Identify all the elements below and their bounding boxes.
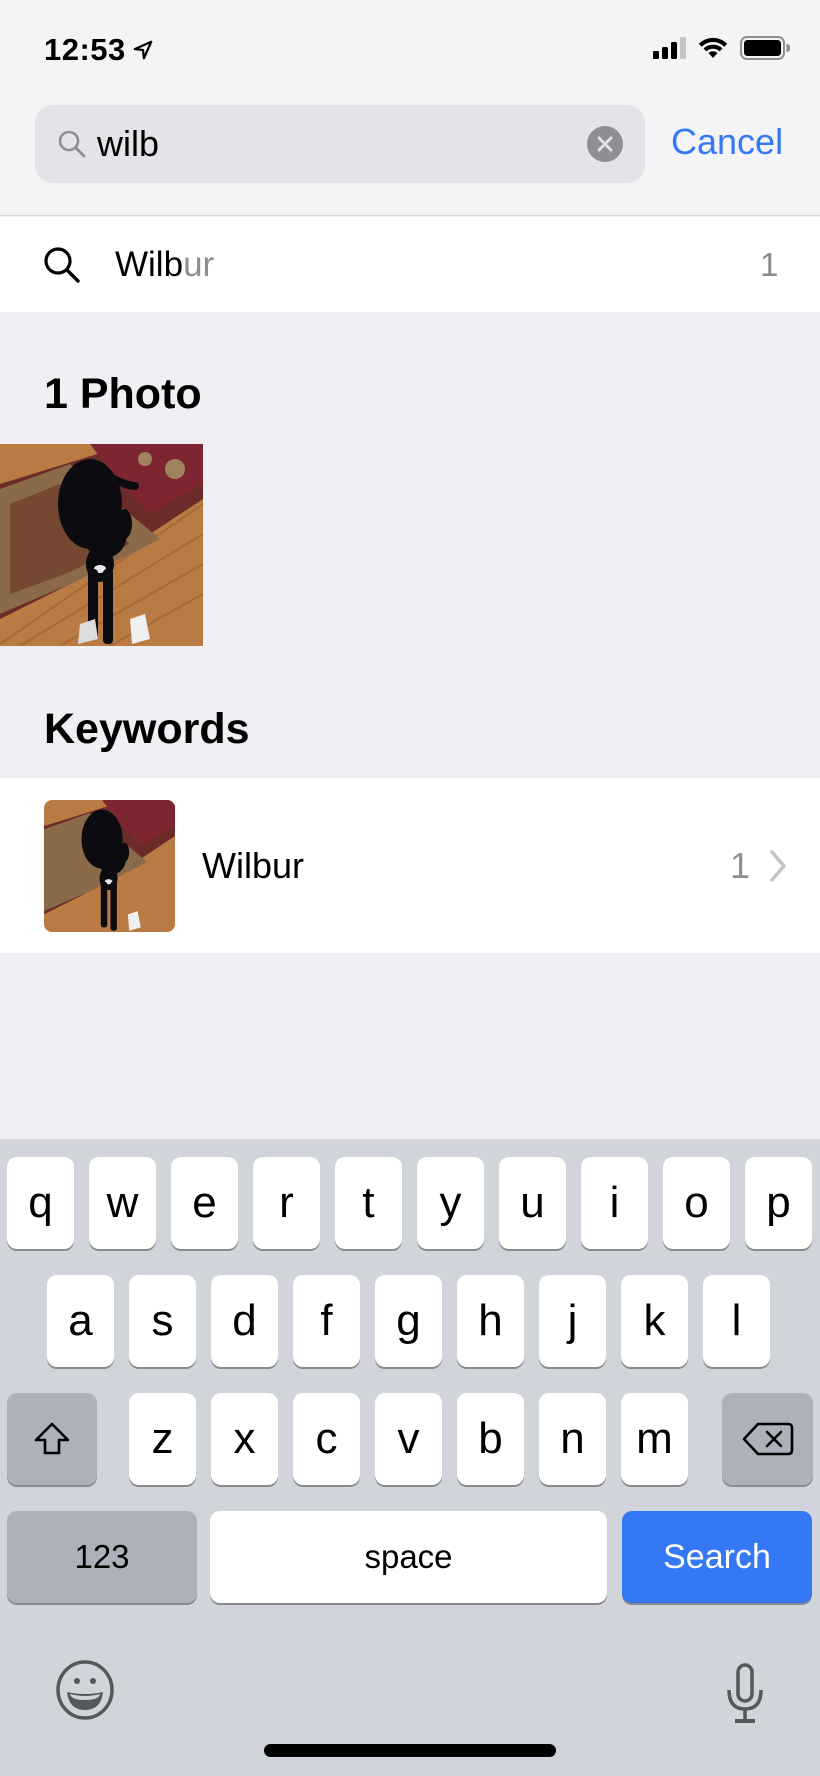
dog-photo: [44, 800, 175, 932]
search-field[interactable]: [35, 105, 645, 183]
shift-icon: [34, 1422, 70, 1455]
clear-search-button[interactable]: [587, 126, 623, 162]
key-x[interactable]: x: [211, 1393, 278, 1485]
key-o[interactable]: o: [663, 1157, 730, 1249]
microphone-icon[interactable]: [725, 1663, 765, 1725]
search-suggestion-icon: [44, 247, 80, 283]
key-y[interactable]: y: [417, 1157, 484, 1249]
key-z[interactable]: z: [129, 1393, 196, 1485]
key-r[interactable]: r: [253, 1157, 320, 1249]
clock: 12:53: [44, 32, 126, 67]
chevron-right-icon: [770, 850, 786, 882]
suggestion-completion: ur: [183, 245, 215, 284]
backspace-icon: [742, 1422, 793, 1456]
shift-key[interactable]: [7, 1393, 97, 1485]
magnifier-icon: [58, 130, 86, 158]
search-suggestion-row[interactable]: Wilbur 1: [0, 217, 820, 312]
status-time: 12:53: [44, 32, 154, 68]
delete-key[interactable]: [722, 1393, 813, 1485]
suggestion-text: Wilbur: [115, 245, 214, 285]
key-c[interactable]: c: [293, 1393, 360, 1485]
key-i[interactable]: i: [581, 1157, 648, 1249]
home-indicator: [264, 1744, 556, 1757]
key-p[interactable]: p: [745, 1157, 812, 1249]
keyword-row-wilbur[interactable]: Wilbur 1: [0, 778, 820, 953]
battery-icon: [740, 36, 790, 60]
key-t[interactable]: t: [335, 1157, 402, 1249]
keyword-count: 1: [730, 845, 751, 886]
key-b[interactable]: b: [457, 1393, 524, 1485]
search-header: 12:53 Cancel: [0, 0, 820, 216]
key-w[interactable]: w: [89, 1157, 156, 1249]
status-icons: [653, 36, 790, 60]
key-v[interactable]: v: [375, 1393, 442, 1485]
key-m[interactable]: m: [621, 1393, 688, 1485]
key-u[interactable]: u: [499, 1157, 566, 1249]
photo-thumbnail[interactable]: [0, 444, 203, 646]
photos-section-title: 1 Photo: [44, 370, 202, 418]
key-g[interactable]: g: [375, 1275, 442, 1367]
keywords-section-title: Keywords: [44, 705, 250, 753]
key-h[interactable]: h: [457, 1275, 524, 1367]
keyword-thumbnail: [44, 800, 175, 932]
key-a[interactable]: a: [47, 1275, 114, 1367]
key-k[interactable]: k: [621, 1275, 688, 1367]
search-key[interactable]: Search: [622, 1511, 812, 1603]
key-q[interactable]: q: [7, 1157, 74, 1249]
keyword-label: Wilbur: [202, 845, 305, 886]
dog-photo: [0, 444, 203, 646]
key-s[interactable]: s: [129, 1275, 196, 1367]
key-f[interactable]: f: [293, 1275, 360, 1367]
search-input[interactable]: [97, 119, 597, 169]
key-e[interactable]: e: [171, 1157, 238, 1249]
key-d[interactable]: d: [211, 1275, 278, 1367]
signal-icon: [653, 37, 686, 59]
clear-circle-icon: [597, 136, 613, 152]
space-key[interactable]: space: [210, 1511, 607, 1603]
location-arrow-icon: [133, 40, 153, 60]
numbers-key[interactable]: 123: [7, 1511, 197, 1603]
key-n[interactable]: n: [539, 1393, 606, 1485]
emoji-icon[interactable]: [55, 1660, 115, 1720]
key-j[interactable]: j: [539, 1275, 606, 1367]
suggestion-typed: Wilb: [115, 245, 184, 284]
wifi-icon: [698, 37, 728, 58]
suggestion-count: 1: [760, 246, 779, 283]
cancel-button[interactable]: Cancel: [671, 121, 783, 163]
key-l[interactable]: l: [703, 1275, 770, 1367]
